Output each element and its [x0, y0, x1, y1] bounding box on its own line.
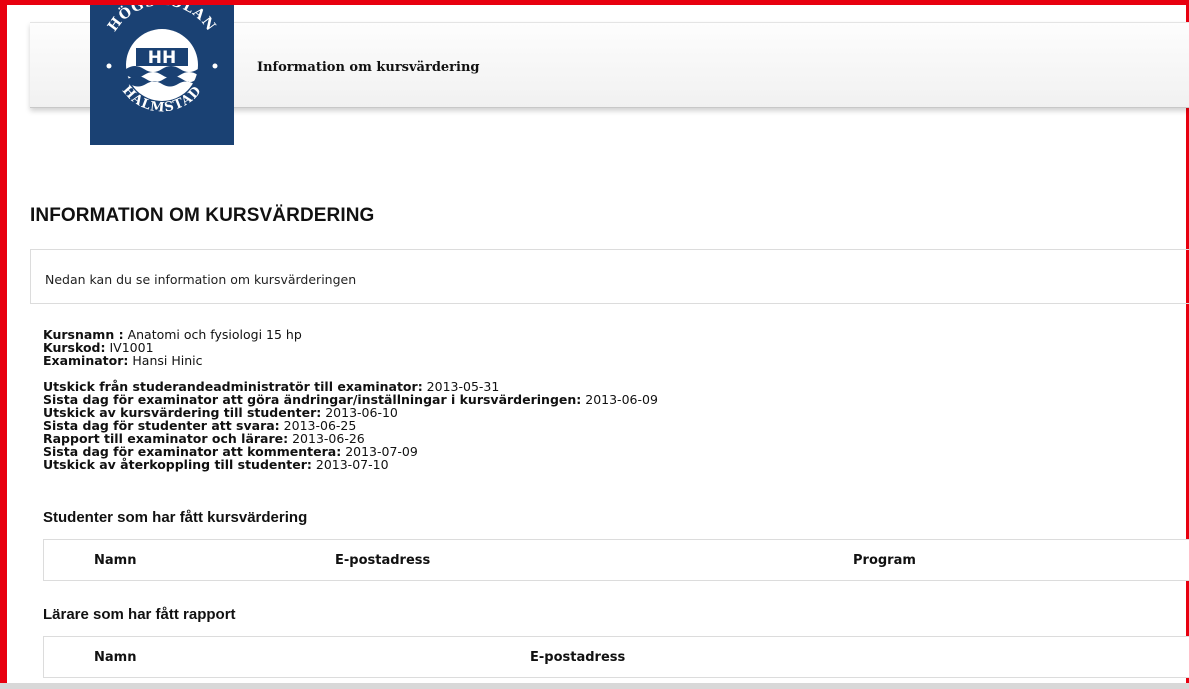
- column-header-email[interactable]: E-postadress: [335, 553, 430, 568]
- page-title: INFORMATION OM KURSVÄRDERING: [30, 205, 375, 226]
- course-details: Kursnamn : Anatomi och fysiologi 15 hp K…: [43, 328, 302, 367]
- logo-center-text: HH: [148, 48, 176, 68]
- hogskolan-halmstad-seal-icon[interactable]: HÖGSKOLAN HALMSTAD HH: [90, 5, 234, 145]
- red-frame-left: [0, 0, 7, 689]
- column-header-name[interactable]: Namn: [94, 650, 136, 665]
- course-row-examiner: Examinator: Hansi Hinic: [43, 353, 203, 368]
- schedule-row: Utskick av återkoppling till studenter: …: [43, 457, 389, 472]
- column-header-name[interactable]: Namn: [94, 553, 136, 568]
- students-section-title: Studenter som har fått kursvärdering: [43, 509, 308, 526]
- column-header-program[interactable]: Program: [853, 553, 916, 568]
- bottom-divider: [0, 683, 1189, 689]
- column-header-email[interactable]: E-postadress: [530, 650, 625, 665]
- teachers-table-header: Namn E-postadress: [43, 636, 1189, 678]
- teachers-section-title: Lärare som har fått rapport: [43, 606, 236, 623]
- info-text: Nedan kan du se information om kursvärde…: [45, 272, 357, 287]
- header-title: Information om kursvärdering: [257, 60, 480, 75]
- students-table-header: Namn E-postadress Program: [43, 539, 1189, 581]
- schedule-details: Utskick från studerandeadministratör til…: [43, 380, 658, 471]
- info-box: Nedan kan du se information om kursvärde…: [30, 249, 1189, 304]
